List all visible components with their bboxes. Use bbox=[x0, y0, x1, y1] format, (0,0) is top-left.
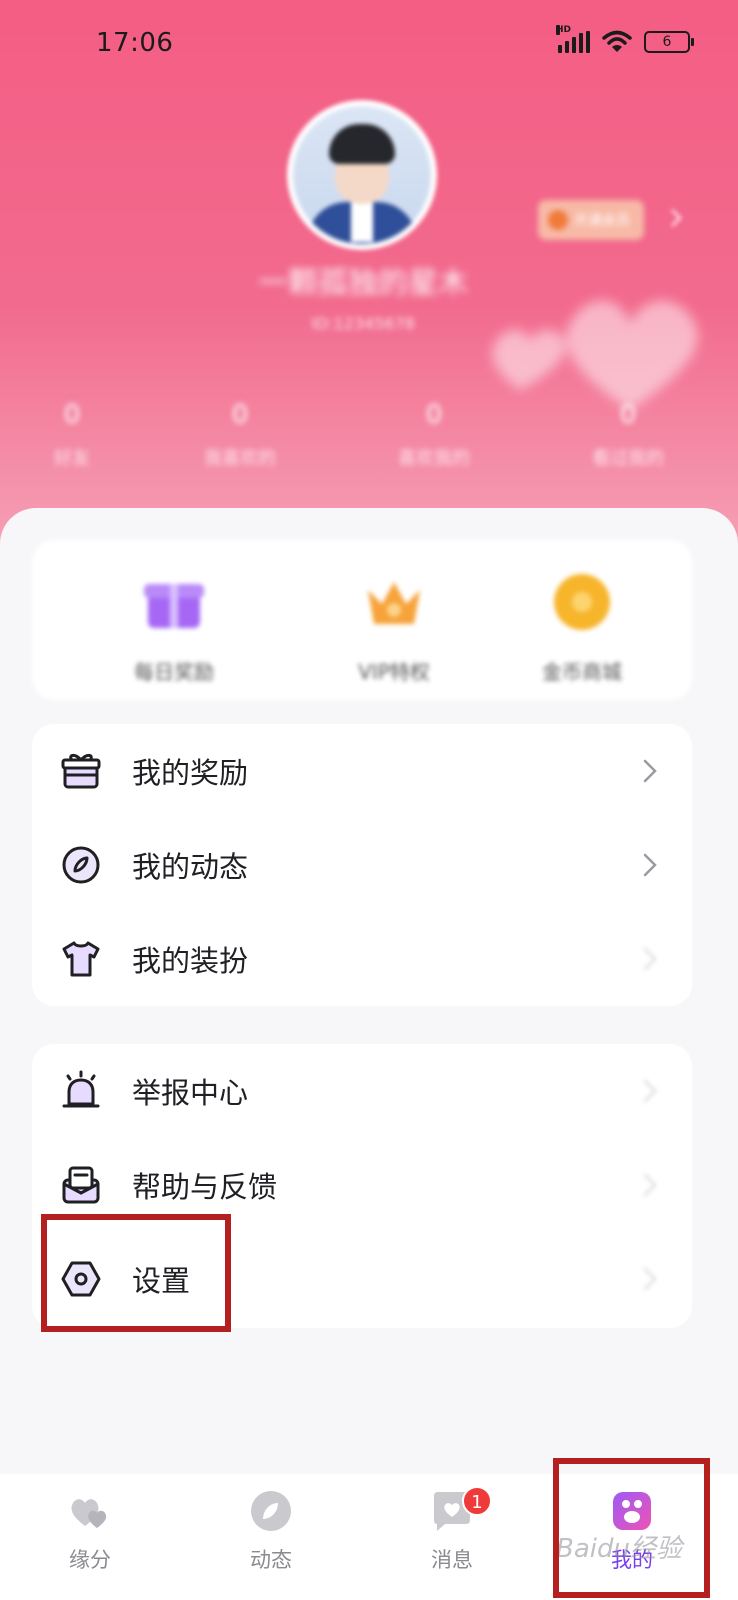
mail-feedback-icon bbox=[62, 1166, 100, 1204]
chevron-right-icon bbox=[643, 853, 657, 877]
network-type-label: HD bbox=[556, 25, 572, 35]
crown-icon bbox=[368, 582, 420, 624]
profile-nickname: 一颗孤独的星木 bbox=[258, 266, 468, 301]
profile-uid: ID:12345678 bbox=[311, 314, 415, 333]
menu-item-my-posts[interactable]: 我的动态 bbox=[32, 818, 692, 912]
tab-label: 消息 bbox=[431, 1548, 473, 1572]
chevron-right-icon bbox=[643, 1173, 657, 1197]
stat-label: 我喜欢的 bbox=[204, 448, 276, 469]
stat-label: 看过我的 bbox=[592, 448, 664, 469]
stat-label: 好友 bbox=[54, 448, 90, 469]
menu-item-label: 我的奖励 bbox=[132, 756, 249, 790]
gift-icon bbox=[61, 753, 101, 789]
hearts-icon bbox=[71, 1499, 107, 1528]
stat-friends[interactable]: 0 好友 bbox=[12, 400, 132, 470]
signal-icon: HD bbox=[556, 25, 590, 53]
gift-box-icon bbox=[144, 584, 204, 628]
stat-i-like[interactable]: 0 我喜欢的 bbox=[180, 400, 300, 470]
quick-actions-card: 每日奖励 VIP特权 金币商城 bbox=[32, 540, 692, 700]
menu-item-label: 我的装扮 bbox=[132, 944, 249, 978]
vip-badge-label: 开通会员 bbox=[574, 213, 630, 229]
quick-action-label: 金币商城 bbox=[542, 660, 622, 684]
alarm-icon bbox=[62, 1070, 100, 1108]
status-icons: HD 6 bbox=[556, 25, 694, 54]
quick-action-label: VIP特权 bbox=[358, 660, 430, 684]
quick-action-label: 每日奖励 bbox=[134, 660, 214, 684]
menu-item-report-center[interactable]: 举报中心 bbox=[32, 1044, 692, 1138]
message-count-badge: 1 bbox=[462, 1486, 492, 1516]
menu-item-label: 举报中心 bbox=[132, 1076, 249, 1110]
tab-yuanfen[interactable]: 缘分 bbox=[30, 1488, 150, 1574]
status-bar: 17:06 HD 6 bbox=[0, 0, 738, 90]
menu-item-my-rewards[interactable]: 我的奖励 bbox=[32, 724, 692, 818]
quick-action-daily-reward[interactable]: 每日奖励 bbox=[104, 570, 244, 685]
stat-value: 0 bbox=[231, 400, 249, 430]
tab-dongtai[interactable]: 动态 bbox=[211, 1488, 331, 1574]
chevron-right-icon bbox=[643, 1079, 657, 1103]
main-sheet: 每日奖励 VIP特权 金币商城 我的奖励 我的动态 我的装扮 举报中心 帮助与反… bbox=[0, 508, 738, 1498]
highlight-mine-tab-box bbox=[553, 1458, 710, 1598]
vip-badge[interactable]: 开通会员 bbox=[538, 200, 644, 240]
chevron-right-icon bbox=[643, 947, 657, 971]
highlight-settings-box bbox=[41, 1214, 231, 1332]
stat-value: 0 bbox=[619, 400, 637, 430]
wifi-icon bbox=[602, 30, 632, 52]
menu-item-label: 我的动态 bbox=[132, 850, 249, 884]
tab-messages[interactable]: 1 消息 bbox=[392, 1486, 512, 1574]
menu-card-personal: 我的奖励 我的动态 我的装扮 bbox=[32, 724, 692, 1006]
battery-level: 6 bbox=[662, 34, 672, 50]
heart-decoration-icon bbox=[492, 300, 698, 410]
quick-action-vip[interactable]: VIP特权 bbox=[324, 570, 464, 685]
chevron-right-icon bbox=[643, 1267, 657, 1291]
compass-icon bbox=[62, 846, 100, 884]
quick-action-coin-mall[interactable]: 金币商城 bbox=[512, 570, 652, 685]
menu-item-label: 帮助与反馈 bbox=[132, 1170, 278, 1204]
avatar[interactable] bbox=[287, 100, 437, 250]
status-time: 17:06 bbox=[96, 28, 174, 58]
profile-stats: 0 好友 0 我喜欢的 0 喜欢我的 0 看过我的 bbox=[0, 400, 738, 490]
tshirt-icon bbox=[62, 941, 100, 977]
menu-item-my-outfit[interactable]: 我的装扮 bbox=[32, 912, 692, 1006]
tab-label: 缘分 bbox=[69, 1548, 111, 1572]
profile-header: 17:06 HD 6 开通会员 一颗孤独的星木 ID:12345678 0 好友… bbox=[0, 0, 738, 560]
tab-label: 动态 bbox=[250, 1548, 292, 1572]
stat-value: 0 bbox=[425, 400, 443, 430]
stat-visitors[interactable]: 0 看过我的 bbox=[568, 400, 688, 470]
stat-label: 喜欢我的 bbox=[398, 448, 470, 469]
coin-icon bbox=[554, 574, 610, 630]
battery-icon: 6 bbox=[644, 31, 694, 53]
chevron-right-icon bbox=[643, 759, 657, 783]
stat-likes-me[interactable]: 0 喜欢我的 bbox=[374, 400, 494, 470]
leaf-icon bbox=[251, 1491, 291, 1531]
chevron-right-icon[interactable] bbox=[666, 206, 686, 230]
stat-value: 0 bbox=[63, 400, 81, 430]
